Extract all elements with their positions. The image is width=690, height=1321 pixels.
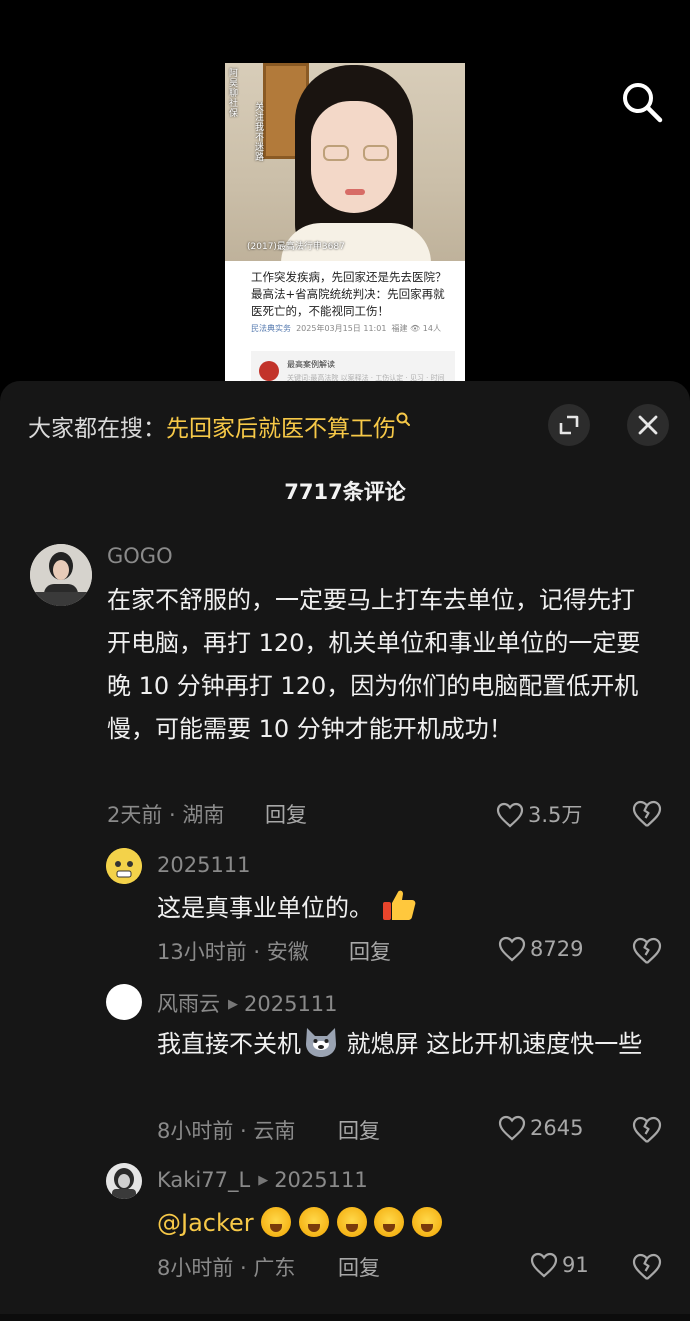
- reply-button[interactable]: 回复: [265, 799, 307, 829]
- reply-text: @Jacker: [157, 1202, 652, 1245]
- video-vertical-text-right: 关注我不迷路: [255, 103, 265, 163]
- reply-meta: 8小时前 · 广东: [157, 1256, 296, 1280]
- comment-meta: 2天前 · 湖南: [107, 803, 225, 827]
- hot-search-label: 大家都在搜：: [28, 416, 166, 442]
- hot-search-term[interactable]: 先回家后就医不算工伤: [166, 416, 396, 442]
- video-vertical-text-left: 阿昊聊社保: [229, 69, 239, 119]
- article-meta: 民法典实务 2025年03月15日 11:01 福建 👁 14人: [251, 324, 441, 333]
- comment-count: 7717条评论: [284, 480, 406, 504]
- expand-icon: [559, 415, 579, 435]
- avatar[interactable]: [106, 848, 142, 884]
- reply-username[interactable]: Kaki77_L ▶ 2025111: [157, 1168, 368, 1192]
- court-seal-icon: [259, 361, 279, 381]
- like-button[interactable]: 3.5万: [496, 799, 582, 829]
- reply-arrow-icon: ▶: [228, 997, 238, 1012]
- dislike-broken-heart-icon[interactable]: [632, 800, 662, 828]
- close-icon: [638, 415, 658, 435]
- reply-button[interactable]: 回复: [349, 936, 391, 966]
- thumbs-up-icon: [381, 888, 417, 936]
- heart-icon: [530, 1252, 558, 1278]
- bottom-divider: [0, 1314, 690, 1321]
- dislike-broken-heart-icon[interactable]: [632, 937, 662, 965]
- hot-search-bar[interactable]: 大家都在搜：先回家后就医不算工伤: [28, 409, 410, 443]
- avatar[interactable]: [106, 984, 142, 1020]
- reply-button[interactable]: 回复: [338, 1115, 380, 1145]
- reply-username[interactable]: 风雨云 ▶ 2025111: [157, 988, 338, 1018]
- video-thumbnail[interactable]: 阿昊聊社保 关注我不迷路 (2017)最高法行申3687 工作突发疾病，先回家还…: [225, 63, 465, 383]
- avatar[interactable]: [106, 1163, 142, 1199]
- dislike-broken-heart-icon[interactable]: [632, 1116, 662, 1144]
- mention-link[interactable]: @Jacker: [157, 1209, 254, 1237]
- heart-icon: [498, 1115, 526, 1141]
- comment-username[interactable]: GOGO: [107, 544, 173, 568]
- reply-arrow-icon: ▶: [258, 1173, 269, 1188]
- husky-emoji-icon: [303, 1026, 339, 1072]
- reply-username[interactable]: 2025111: [157, 853, 251, 877]
- search-icon[interactable]: [618, 78, 666, 126]
- reply-meta: 13小时前 · 安徽: [157, 940, 309, 964]
- reply-text: 我直接不关机 就熄屏 这比开机速度快一些: [157, 1023, 667, 1072]
- related-card: 最高案例解读 关键词:最高法院 以案释法 · 工伤认定 · 见习 · 时间: [251, 351, 455, 383]
- video-caption: (2017)最高法行申3687: [247, 242, 345, 252]
- article-card: 工作突发疾病，先回家还是先去医院？最高法+省高院统统判决：先回家再就医死亡的，不…: [225, 261, 465, 383]
- video-player[interactable]: 阿昊聊社保 关注我不迷路 (2017)最高法行申3687 工作突发疾病，先回家还…: [0, 0, 690, 400]
- search-small-icon: [396, 410, 410, 428]
- expand-button[interactable]: [548, 404, 590, 446]
- heart-icon: [498, 936, 526, 962]
- comment-sheet: 大家都在搜：先回家后就医不算工伤 7717条评论 GOGO 在家不舒服的，一定要…: [0, 381, 690, 1321]
- dislike-broken-heart-icon[interactable]: [632, 1253, 662, 1281]
- loudly-crying-face-icon: [261, 1207, 442, 1237]
- like-button[interactable]: 2645: [498, 1115, 583, 1141]
- like-button[interactable]: 91: [530, 1252, 589, 1278]
- like-button[interactable]: 8729: [498, 936, 583, 962]
- reply-meta: 8小时前 · 云南: [157, 1119, 296, 1143]
- article-headline: 工作突发疾病，先回家还是先去医院？最高法+省高院统统判决：先回家再就医死亡的，不…: [251, 270, 447, 318]
- comment-text: 在家不舒服的，一定要马上打车去单位，记得先打开电脑，再打 120，机关单位和事业…: [107, 586, 641, 743]
- avatar[interactable]: [30, 544, 92, 606]
- close-button[interactable]: [627, 404, 669, 446]
- reply-button[interactable]: 回复: [338, 1252, 380, 1282]
- reply-text: 这是真事业单位的。: [157, 887, 652, 936]
- heart-icon: [496, 802, 524, 828]
